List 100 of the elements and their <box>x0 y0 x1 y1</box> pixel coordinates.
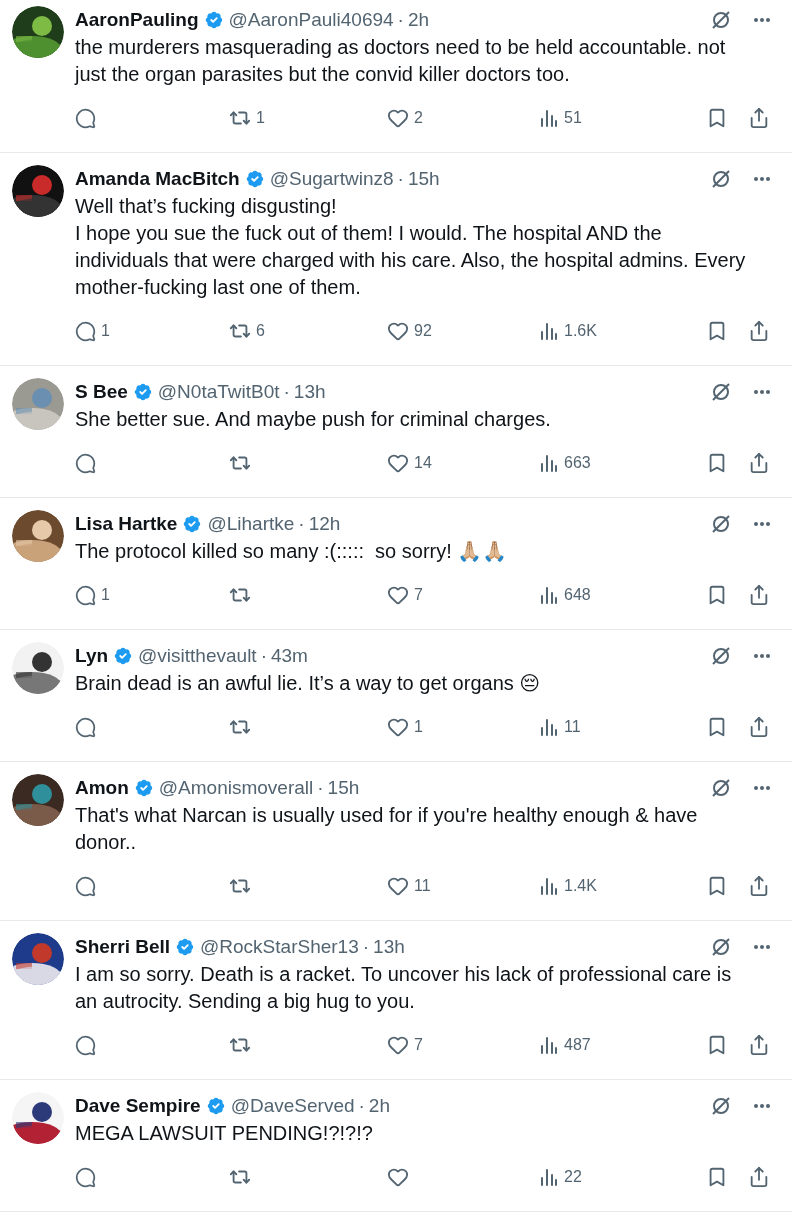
author-name[interactable]: AaronPauling <box>75 9 199 31</box>
timestamp[interactable]: 15h <box>407 168 440 190</box>
separator-dot: · <box>317 777 324 799</box>
author-name[interactable]: Lisa Hartke <box>75 513 178 535</box>
author-handle[interactable]: @DaveServed <box>230 1095 355 1117</box>
speech-bubble-icon <box>75 107 96 129</box>
like-button[interactable]: 7 <box>387 584 539 606</box>
share-button[interactable] <box>748 107 770 129</box>
like-button[interactable]: 14 <box>387 452 539 474</box>
more-button[interactable] <box>754 654 770 658</box>
tweet[interactable]: AaronPauling @AaronPauli40694 · 2h the murderers masquerading as doctors need to be held accountable. not just the organ parasites but the convid killer doctors too. 1 2 51 <box>0 0 792 153</box>
like-button[interactable]: 7 <box>387 1034 539 1056</box>
author-handle[interactable]: @RockStarSher13 <box>200 936 359 958</box>
grok-button[interactable] <box>710 9 732 31</box>
bar-chart-icon <box>539 108 559 128</box>
share-button[interactable] <box>748 452 770 474</box>
tweet-text: The protocol killed so many :(::::: so sorry! 🙏🏼🙏🏼 <box>75 539 509 564</box>
author-name[interactable]: Amon <box>75 777 129 799</box>
timestamp[interactable]: 13h <box>293 381 326 403</box>
share-button[interactable] <box>748 716 770 738</box>
speech-bubble-icon <box>75 1034 96 1056</box>
share-button[interactable] <box>748 875 770 897</box>
bar-chart-icon <box>539 321 559 341</box>
views-button[interactable]: 1.6K <box>539 321 679 341</box>
share-icon <box>748 320 770 342</box>
timestamp[interactable]: 2h <box>407 9 430 31</box>
reply-button[interactable]: 1 <box>75 584 229 606</box>
bar-chart-icon <box>539 876 559 896</box>
views-button[interactable]: 51 <box>539 108 679 128</box>
heart-icon <box>387 716 409 738</box>
like-button[interactable]: 92 <box>387 320 539 342</box>
share-icon <box>748 875 770 897</box>
tweet[interactable]: Sherri Bell @RockStarSher13 · 13h I am so sorry. Death is a racket. To uncover his lack of professional care is an autrocity. Sending a big hug to you. 7 487 <box>0 921 792 1080</box>
tweet[interactable]: Dave Sempire @DaveServed · 2h MEGA LAWSUIT PENDING!?!?!? 22 <box>0 1080 792 1212</box>
speech-bubble-icon <box>75 452 96 474</box>
separator-dot: · <box>397 9 404 31</box>
author-handle[interactable]: @Sugartwinz8 <box>269 168 394 190</box>
tweet-text: Well that’s fucking disgusting! I hope you sue the fuck out of them! I would. The hospital AND the individuals that were charged with his care. Also, the hospital admins. Every mother-fucking last one of them. <box>75 194 747 300</box>
reply-button[interactable]: 1 <box>75 320 229 342</box>
grok-button[interactable] <box>710 168 732 190</box>
timestamp[interactable]: 2h <box>368 1095 390 1117</box>
grok-button[interactable] <box>710 645 732 667</box>
separator-dot: · <box>260 645 267 667</box>
views-button[interactable]: 663 <box>539 453 679 473</box>
views-button[interactable]: 11 <box>539 717 679 737</box>
author-handle[interactable]: @Lihartke <box>207 513 295 535</box>
heart-icon <box>387 320 409 342</box>
author-handle[interactable]: @AaronPauli40694 <box>228 9 394 31</box>
tweet[interactable]: Amon @Amonismoverall · 15h That's what Narcan is usually used for if you're healthy enough & have donor.. 11 1.4K <box>0 762 792 921</box>
grok-button[interactable] <box>710 777 732 799</box>
like-button[interactable]: 11 <box>387 875 539 897</box>
speech-bubble-icon <box>75 1166 96 1188</box>
share-button[interactable] <box>748 320 770 342</box>
share-icon <box>748 584 770 606</box>
author-name[interactable]: S Bee <box>75 381 128 403</box>
heart-icon <box>387 1034 409 1056</box>
more-button[interactable] <box>754 786 770 790</box>
more-button[interactable] <box>754 945 770 949</box>
like-button[interactable]: 1 <box>387 716 539 738</box>
repost-button[interactable]: 6 <box>229 320 387 342</box>
speech-bubble-icon <box>75 716 96 738</box>
author-handle[interactable]: @Amonismoverall <box>158 777 314 799</box>
more-button[interactable] <box>754 522 770 526</box>
author-name[interactable]: Lyn <box>75 645 109 667</box>
timestamp[interactable]: 13h <box>373 936 405 958</box>
timestamp[interactable]: 15h <box>327 777 360 799</box>
tweet-text: Brain dead is an awful lie. It’s a way to get organs 😔 <box>75 671 542 696</box>
more-button[interactable] <box>754 18 770 22</box>
timestamp[interactable]: 12h <box>308 513 341 535</box>
author-name[interactable]: Dave Sempire <box>75 1095 201 1117</box>
share-icon <box>748 716 770 738</box>
bar-chart-icon <box>539 453 559 473</box>
author-handle[interactable]: @visitthevault <box>138 645 257 667</box>
share-button[interactable] <box>748 584 770 606</box>
more-button[interactable] <box>754 177 770 181</box>
tweet[interactable]: Lisa Hartke @Lihartke · 12h The protocol killed so many :(::::: so sorry! 🙏🏼🙏🏼 1 7 648 <box>0 498 792 630</box>
grok-button[interactable] <box>710 513 732 535</box>
grok-button[interactable] <box>710 381 732 403</box>
heart-icon <box>387 107 409 129</box>
more-button[interactable] <box>754 390 770 394</box>
author-handle[interactable]: @N0taTwitB0t <box>157 381 280 403</box>
heart-icon <box>387 1166 409 1188</box>
repost-button[interactable]: 1 <box>229 107 387 129</box>
tweet[interactable]: S Bee @N0taTwitB0t · 13h She better sue. And maybe push for criminal charges. 14 663 <box>0 366 792 498</box>
views-button[interactable]: 1.4K <box>539 876 679 896</box>
grok-button[interactable] <box>710 1095 732 1117</box>
tweet[interactable]: Lyn @visitthevault · 43m Brain dead is an awful lie. It’s a way to get organs 😔 1 11 <box>0 630 792 762</box>
views-button[interactable]: 22 <box>539 1167 679 1187</box>
views-button[interactable]: 648 <box>539 585 679 605</box>
speech-bubble-icon <box>75 875 96 897</box>
grok-button[interactable] <box>710 936 732 958</box>
like-button[interactable]: 2 <box>387 107 539 129</box>
share-button[interactable] <box>748 1166 770 1188</box>
more-button[interactable] <box>754 1104 770 1108</box>
author-name[interactable]: Amanda MacBitch <box>75 168 240 190</box>
speech-bubble-icon <box>75 320 96 342</box>
views-button[interactable]: 487 <box>539 1035 679 1055</box>
author-name[interactable]: Sherri Bell <box>75 936 171 958</box>
timestamp[interactable]: 43m <box>270 645 308 667</box>
share-button[interactable] <box>748 1034 770 1056</box>
